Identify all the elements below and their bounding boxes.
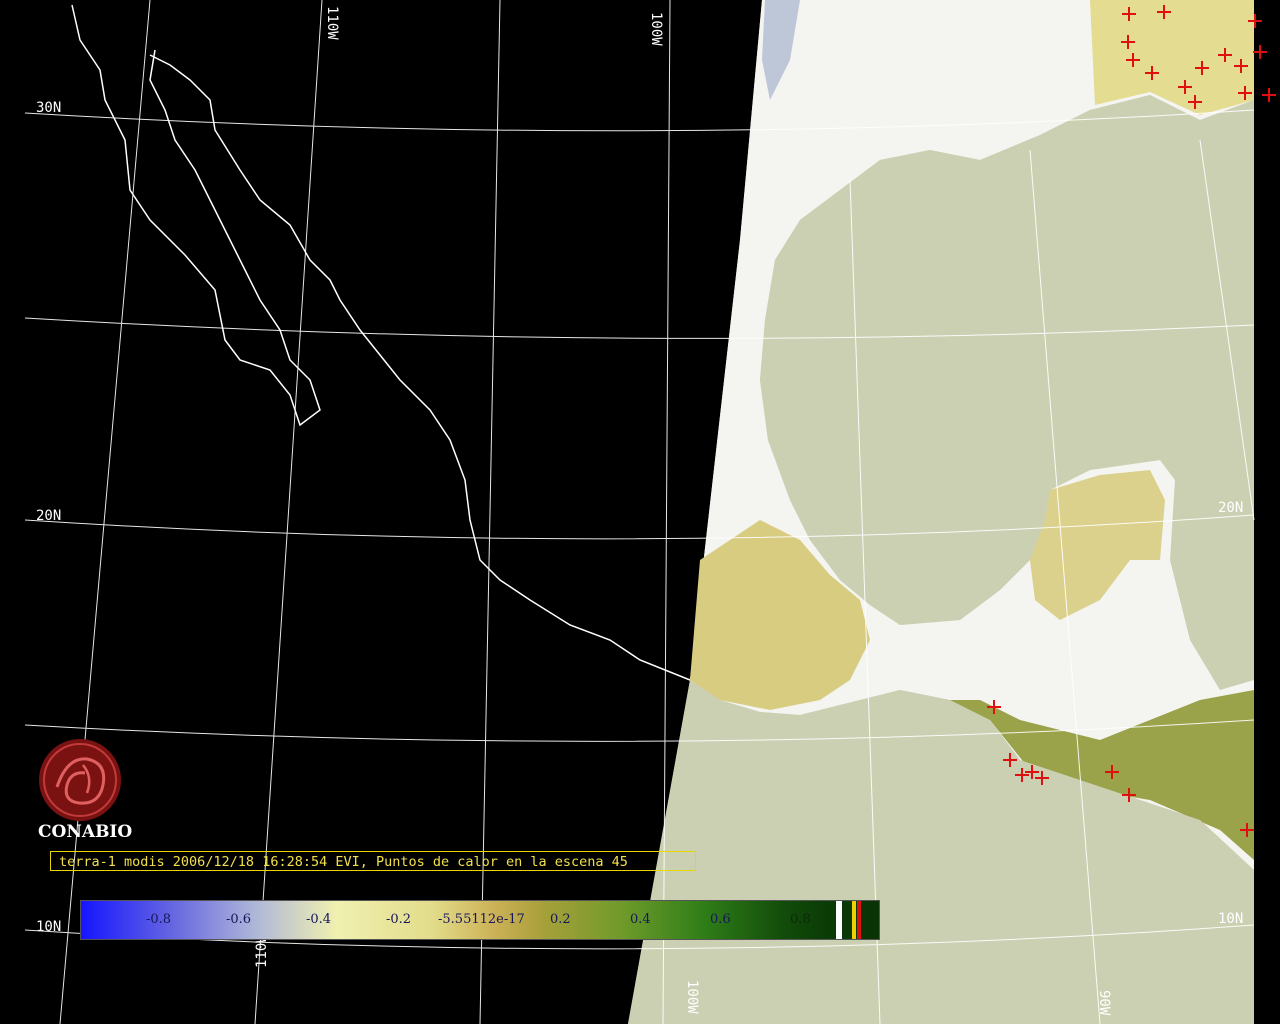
colorbar-label-1: -0.6 <box>226 912 252 927</box>
grid-label-90w-bottom: 90W <box>1096 990 1112 1016</box>
conabio-logo-text: CONABIO <box>38 822 133 842</box>
grid-label-10n-left: 10N <box>36 919 61 935</box>
grid-label-10n-right: 10N <box>1218 911 1243 927</box>
grid-label-20n-left: 20N <box>36 508 61 524</box>
colorbar-swatch-yellow <box>852 901 856 939</box>
grid-label-100w-bottom: 100W <box>684 980 700 1014</box>
grid-label-110w-top: 110W <box>324 6 340 40</box>
colorbar-label-4: -5.55112e-17 <box>438 912 525 927</box>
colorbar-label-3: -0.2 <box>386 912 412 927</box>
colorbar-label-6: 0.4 <box>630 912 651 927</box>
colorbar-label-2: -0.4 <box>306 912 332 927</box>
vegetation-texas <box>1090 0 1254 115</box>
colorbar-label-8: 0.8 <box>790 912 811 927</box>
conabio-logo-icon <box>39 739 121 821</box>
grid-label-100w-top: 100W <box>648 12 664 46</box>
colorbar-label-7: 0.6 <box>710 912 731 927</box>
colorbar-label-0: -0.8 <box>146 912 172 927</box>
grid-label-30n: 30N <box>36 100 61 116</box>
scene-caption: terra-1 modis 2006/12/18 16:28:54 EVI, P… <box>50 851 696 871</box>
colorbar-label-5: 0.2 <box>550 912 571 927</box>
colorbar-swatch-white <box>836 901 842 939</box>
grid-label-20n-right: 20N <box>1218 500 1243 516</box>
colorbar-swatch-red <box>857 901 861 939</box>
